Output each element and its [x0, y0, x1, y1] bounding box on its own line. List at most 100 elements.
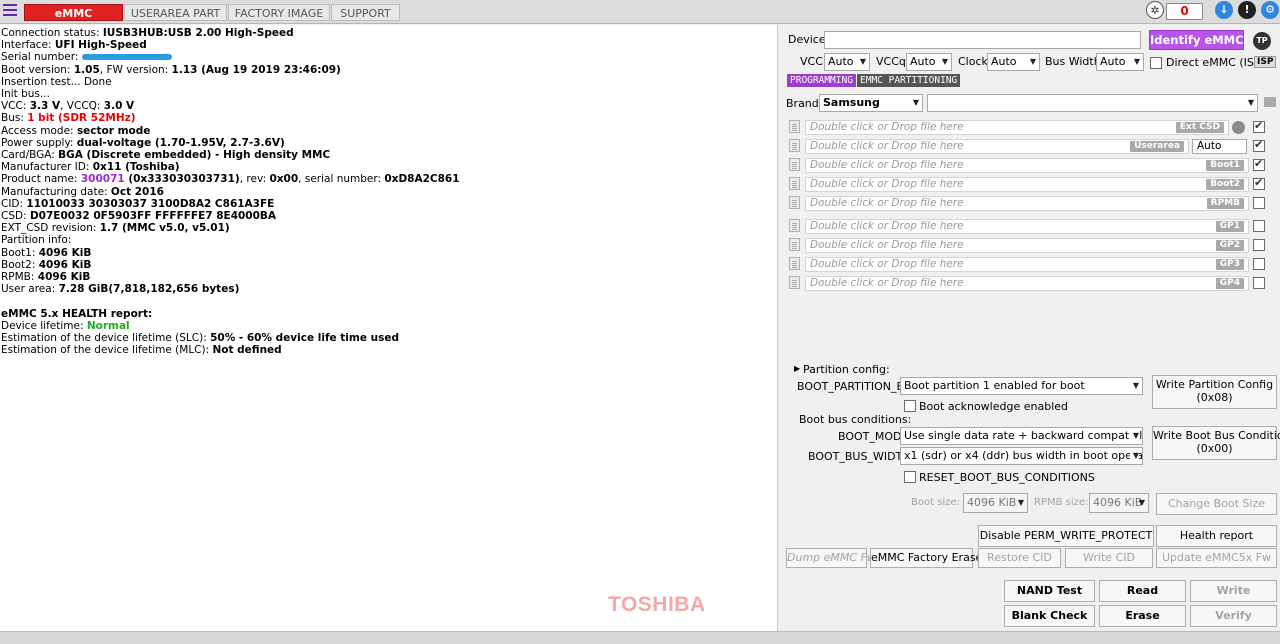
file-enable-checkbox[interactable]: [1253, 138, 1265, 152]
file-enable-checkbox[interactable]: [1253, 157, 1265, 171]
folder-icon[interactable]: [1264, 97, 1276, 107]
file-enable-checkbox[interactable]: [1253, 239, 1265, 251]
write-boot-bus-conditions-button[interactable]: Write Boot Bus Conditions(0x00): [1152, 426, 1280, 460]
ext-csd-gear-icon[interactable]: [1232, 121, 1245, 134]
vccq-label: VCCq:: [876, 55, 910, 68]
device-input[interactable]: [824, 31, 1141, 49]
drop-placeholder: Double click or Drop file here: [810, 258, 964, 270]
direct-emmc-checkbox[interactable]: [1150, 57, 1162, 69]
tab-factory-image[interactable]: FACTORY IMAGE: [228, 4, 330, 21]
drop-placeholder: Double click or Drop file here: [810, 121, 964, 133]
boot-size-label: Boot size:: [911, 497, 960, 508]
dump-emmc-fw-button[interactable]: Dump eMMC Fw: [786, 548, 876, 568]
log-output: Connection status: IUSB3HUB:USB 2.00 Hig…: [0, 25, 778, 631]
file-enable-checkbox[interactable]: [1253, 176, 1265, 190]
subtab-emmc-partitioning[interactable]: EMMC PARTITIONING: [857, 74, 961, 87]
file-icon[interactable]: [789, 257, 800, 270]
tab-emmc-general[interactable]: eMMC GENERAL: [24, 4, 123, 37]
boot-partition-en-select[interactable]: Boot partition 1 enabled for boot ▼: [900, 377, 1143, 395]
partition-tag: GP2: [1215, 240, 1244, 251]
direct-emmc-label: Direct eMMC (ISP): [1166, 56, 1265, 69]
partition-tag: GP4: [1215, 278, 1244, 289]
subtab-programming[interactable]: PROGRAMMING: [787, 74, 856, 87]
file-drop-boot1[interactable]: Double click or Drop file here Boot1: [805, 158, 1249, 173]
file-enable-checkbox[interactable]: [1253, 258, 1265, 270]
model-select[interactable]: ▼: [927, 94, 1258, 112]
tab-userarea-part[interactable]: USERAREA PART: [124, 4, 227, 21]
boot-mode-label: BOOT_MODE: [838, 430, 909, 443]
blank-check-button[interactable]: Blank Check: [1004, 605, 1095, 627]
write-button[interactable]: Write: [1190, 580, 1277, 602]
bus-width-select[interactable]: Auto ▼: [1096, 53, 1144, 71]
isp-badge[interactable]: ISP: [1254, 56, 1277, 68]
drop-placeholder: Double click or Drop file here: [810, 197, 964, 209]
file-drop-gp2[interactable]: Double click or Drop file here GP2: [805, 238, 1249, 253]
file-icon[interactable]: [789, 238, 800, 251]
verify-button[interactable]: Verify: [1190, 605, 1277, 627]
boot-ack-checkbox[interactable]: [904, 400, 916, 412]
partition-tag: GP3: [1215, 259, 1244, 270]
brand-select[interactable]: Samsung ▼: [819, 94, 923, 112]
file-icon[interactable]: [789, 276, 800, 289]
expand-arrow-icon[interactable]: ▶: [794, 364, 800, 373]
file-enable-checkbox[interactable]: [1253, 119, 1265, 133]
file-enable-checkbox[interactable]: [1253, 277, 1265, 289]
disable-perm-write-protect-button[interactable]: Disable PERM_WRITE_PROTECT: [978, 525, 1154, 547]
update-emmc5x-fw-button[interactable]: Update eMMC5x Fw: [1156, 548, 1277, 568]
boot-size-select[interactable]: 4096 KiB ▼: [963, 493, 1028, 513]
file-icon[interactable]: [789, 120, 800, 133]
info-icon[interactable]: !: [1238, 1, 1256, 19]
boot-mode-select[interactable]: Use single data rate + backward compatib…: [900, 427, 1143, 445]
clock-select[interactable]: Auto ▼: [987, 53, 1040, 71]
file-enable-checkbox[interactable]: [1253, 220, 1265, 232]
download-icon[interactable]: ↓: [1215, 1, 1233, 19]
serial-redaction-bar: [81, 54, 172, 61]
identify-emmc-button[interactable]: Identify eMMC: [1149, 30, 1244, 50]
file-drop-gp4[interactable]: Double click or Drop file here GP4: [805, 276, 1249, 291]
health-report-button[interactable]: Health report: [1156, 525, 1277, 547]
partition-tag: Boot2: [1206, 179, 1244, 190]
network-icon[interactable]: ✲: [1146, 1, 1164, 19]
file-drop-userarea[interactable]: Double click or Drop file here Userarea: [805, 139, 1189, 154]
brand-label: Brand:: [786, 97, 823, 110]
userarea-size-input[interactable]: Auto: [1192, 139, 1247, 154]
file-drop-gp1[interactable]: Double click or Drop file here GP1: [805, 219, 1249, 234]
read-button[interactable]: Read: [1099, 580, 1186, 602]
file-icon[interactable]: [789, 158, 800, 171]
top-bar: eMMC GENERAL USERAREA PART FACTORY IMAGE…: [0, 0, 1280, 37]
vccq-select[interactable]: Auto ▼: [906, 53, 952, 71]
change-boot-size-button[interactable]: Change Boot Size: [1156, 493, 1277, 515]
restore-cid-button[interactable]: Restore CID: [978, 548, 1061, 568]
error-counter: 0: [1166, 3, 1203, 20]
partition-tag: Ext CSD: [1175, 122, 1224, 133]
boot-partition-en-label: BOOT_PARTITION_EN: [797, 380, 912, 393]
drop-placeholder: Double click or Drop file here: [810, 159, 964, 171]
status-bar: [0, 631, 1280, 644]
hamburger-menu-icon[interactable]: [3, 4, 17, 18]
file-drop-boot2[interactable]: Double click or Drop file here Boot2: [805, 177, 1249, 192]
boot-bus-width-select[interactable]: x1 (sdr) or x4 (ddr) bus width in boot o…: [900, 447, 1143, 465]
file-drop-rpmb[interactable]: Double click or Drop file here RPMB: [805, 196, 1249, 211]
file-icon[interactable]: [789, 196, 800, 209]
file-drop-gp3[interactable]: Double click or Drop file here GP3: [805, 257, 1249, 272]
reset-boot-bus-checkbox[interactable]: [904, 471, 916, 483]
tp-icon[interactable]: TP: [1253, 32, 1271, 50]
boot-bus-conditions-label: Boot bus conditions:: [799, 413, 912, 426]
partition-tag: RPMB: [1206, 198, 1244, 209]
file-icon[interactable]: [789, 219, 800, 232]
file-icon[interactable]: [789, 177, 800, 190]
partition-config-label: Partition config:: [803, 363, 890, 376]
nand-test-button[interactable]: NAND Test: [1004, 580, 1095, 602]
tab-support[interactable]: SUPPORT: [331, 4, 400, 21]
file-drop-ext-csd[interactable]: Double click or Drop file here Ext CSD: [805, 120, 1229, 135]
vcc-select[interactable]: Auto ▼: [824, 53, 870, 71]
settings-gear-icon[interactable]: ⚙: [1261, 1, 1279, 19]
emmc-factory-erase-button[interactable]: eMMC Factory Erase: [870, 548, 982, 568]
rpmb-size-select[interactable]: 4096 KiB ▼: [1089, 493, 1149, 513]
write-partition-config-button[interactable]: Write Partition Config (0x08): [1152, 375, 1277, 409]
erase-button[interactable]: Erase: [1099, 605, 1186, 627]
file-enable-checkbox[interactable]: [1253, 197, 1265, 209]
file-icon[interactable]: [789, 139, 800, 152]
rpmb-size-label: RPMB size:: [1034, 497, 1089, 508]
write-cid-button[interactable]: Write CID: [1065, 548, 1153, 568]
